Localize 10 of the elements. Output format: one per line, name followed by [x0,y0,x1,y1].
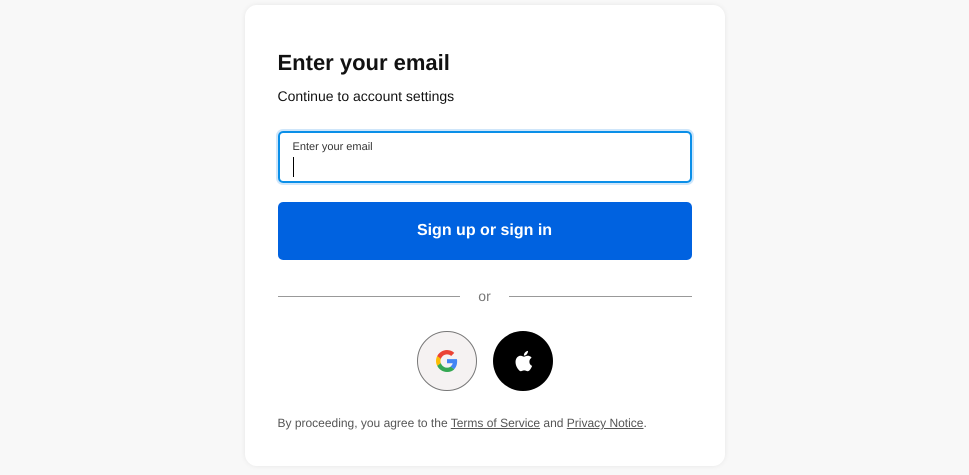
sign-in-button[interactable]: Sign up or sign in [278,202,692,260]
legal-text: By proceeding, you agree to the Terms of Service and Privacy Notice. [278,415,648,432]
apple-icon [512,349,532,373]
subtitle: Continue to account settings [278,87,456,106]
google-icon [436,350,458,372]
legal-link[interactable]: Terms of Service [450,416,540,430]
divider-text: or [477,288,492,304]
page-title: Enter your email [278,49,451,77]
legal-link[interactable]: Privacy Notice [566,416,644,430]
email-field[interactable]: Enter your email [278,131,692,183]
